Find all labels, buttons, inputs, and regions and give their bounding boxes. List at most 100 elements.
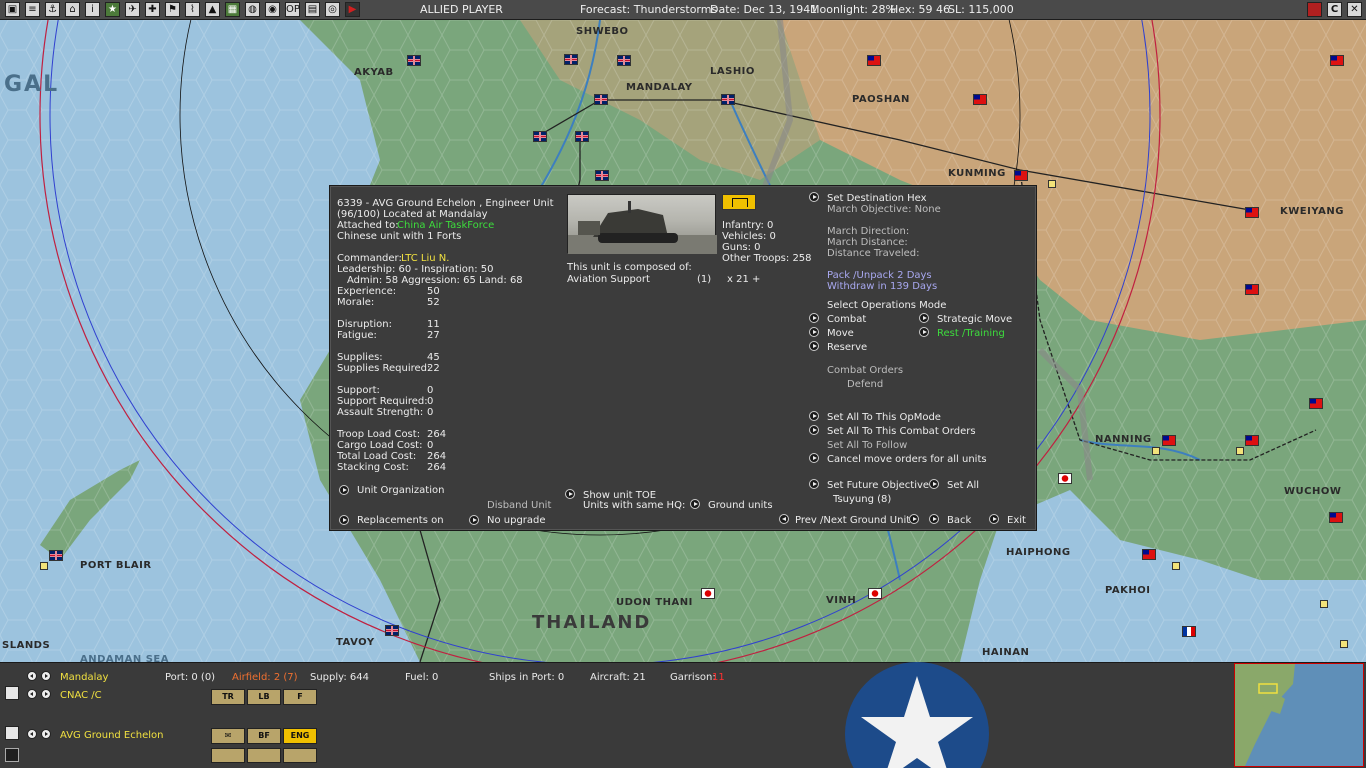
mini-map[interactable] xyxy=(1234,663,1364,767)
ground-units-arrow-icon[interactable] xyxy=(690,499,700,509)
city-label[interactable]: AKYAB xyxy=(354,67,394,78)
uk-flag-icon[interactable] xyxy=(533,131,547,142)
set-destination-button[interactable]: Set Destination Hex xyxy=(827,193,927,204)
upgrade-arrow-icon[interactable] xyxy=(469,515,479,525)
future-objective-arrow-icon[interactable] xyxy=(809,479,819,489)
china-flag-icon[interactable] xyxy=(1162,435,1176,446)
mode-combat-button[interactable]: Combat xyxy=(827,314,866,325)
chart-icon[interactable]: ⌇ xyxy=(185,2,200,17)
city-label[interactable]: UDON THANI xyxy=(616,597,693,608)
globe-icon[interactable]: ◍ xyxy=(245,2,260,17)
exit-button[interactable]: Exit xyxy=(1007,515,1026,526)
fighter-air-button[interactable]: F xyxy=(283,689,317,705)
china-flag-icon[interactable] xyxy=(1329,512,1343,523)
set-all-follow-button[interactable]: Set All To Follow xyxy=(827,440,907,451)
next-base-icon[interactable] xyxy=(41,671,51,681)
china-flag-icon[interactable] xyxy=(1245,435,1259,446)
map-icon[interactable]: ▣ xyxy=(5,2,20,17)
china-flag-icon[interactable] xyxy=(1245,207,1259,218)
unit-org-arrow-icon[interactable] xyxy=(339,485,349,495)
unit-organization-button[interactable]: Unit Organization xyxy=(357,485,444,496)
city-label[interactable]: SLANDS xyxy=(2,640,50,651)
destination-arrow-icon[interactable] xyxy=(809,192,819,202)
base-marker[interactable] xyxy=(1320,600,1328,608)
strategic-arrow-icon[interactable] xyxy=(919,313,929,323)
china-flag-icon[interactable] xyxy=(1330,55,1344,66)
ground-flag-icon[interactable] xyxy=(5,726,19,740)
china-flag-icon[interactable] xyxy=(973,94,987,105)
base-marker[interactable] xyxy=(1340,640,1348,648)
city-label[interactable]: LASHIO xyxy=(710,66,755,77)
city-label[interactable]: NANNING xyxy=(1095,434,1152,445)
china-flag-icon[interactable] xyxy=(1014,170,1028,181)
close-icon[interactable]: ✕ xyxy=(1347,2,1362,17)
globe2-icon[interactable]: ◉ xyxy=(265,2,280,17)
disc-icon[interactable]: ◎ xyxy=(325,2,340,17)
replacements-arrow-icon[interactable] xyxy=(339,515,349,525)
uk-flag-icon[interactable] xyxy=(564,54,578,65)
uk-flag-icon[interactable] xyxy=(385,625,399,636)
component-name[interactable]: Aviation Support xyxy=(567,274,650,285)
uk-flag-icon[interactable] xyxy=(721,94,735,105)
transport-air-button[interactable]: TR xyxy=(211,689,245,705)
factory-icon[interactable] xyxy=(5,748,19,762)
op-icon[interactable]: OP xyxy=(285,2,300,17)
city-label[interactable]: PORT BLAIR xyxy=(80,560,152,571)
reserve-arrow-icon[interactable] xyxy=(809,341,819,351)
disband-unit-button[interactable]: Disband Unit xyxy=(487,500,551,511)
base-force-button[interactable]: BF xyxy=(247,728,281,744)
prev-unit-arrow-icon[interactable] xyxy=(779,514,789,524)
china-flag-icon[interactable] xyxy=(867,55,881,66)
attached-hq-link[interactable]: China Air TaskForce xyxy=(397,220,494,231)
japan-flag-icon[interactable] xyxy=(868,588,882,599)
c-icon[interactable]: C xyxy=(1327,2,1342,17)
mode-rest-button[interactable]: Rest /Training xyxy=(937,328,1005,339)
japan-flag-icon[interactable] xyxy=(701,588,715,599)
engineer-button[interactable]: ENG xyxy=(283,728,317,744)
uk-flag-icon[interactable] xyxy=(49,550,63,561)
prev-air-icon[interactable] xyxy=(27,689,37,699)
set-all-opmode-button[interactable]: Set All To This OpMode xyxy=(827,412,941,423)
ground-units-button[interactable]: Ground units xyxy=(708,500,773,511)
china-flag-icon[interactable] xyxy=(1142,549,1156,560)
uk-flag-icon[interactable] xyxy=(617,55,631,66)
set-future-objective-button[interactable]: Set Future Objective xyxy=(827,480,929,491)
base-marker[interactable] xyxy=(1236,447,1244,455)
prev-base-icon[interactable] xyxy=(27,671,37,681)
infantry-button[interactable]: ✉ xyxy=(211,728,245,744)
bomber-air-button[interactable]: LB xyxy=(247,689,281,705)
upgrade-toggle[interactable]: No upgrade xyxy=(487,515,546,526)
cross-icon[interactable]: ✚ xyxy=(145,2,160,17)
show-toe-arrow-icon[interactable] xyxy=(565,489,575,499)
base-marker[interactable] xyxy=(1152,447,1160,455)
back-button[interactable]: Back xyxy=(947,515,971,526)
uk-flag-icon[interactable] xyxy=(575,131,589,142)
report-icon[interactable]: ▤ xyxy=(305,2,320,17)
star-icon[interactable]: ★ xyxy=(105,2,120,17)
city-label[interactable]: VINH xyxy=(826,595,856,606)
china-flag-icon[interactable] xyxy=(1245,284,1259,295)
mode-strategic-button[interactable]: Strategic Move xyxy=(937,314,1012,325)
ship-icon[interactable]: ⚓ xyxy=(45,2,60,17)
set-all-arrow-icon[interactable] xyxy=(929,479,939,489)
next-unit-arrow-icon[interactable] xyxy=(909,514,919,524)
red-flag-icon[interactable] xyxy=(1307,2,1322,17)
cancel-move-arrow-icon[interactable] xyxy=(809,453,819,463)
ground-unit-name[interactable]: AVG Ground Echelon xyxy=(60,730,163,741)
list-icon[interactable]: ≡ xyxy=(25,2,40,17)
uk-flag-icon[interactable] xyxy=(595,170,609,181)
base-marker[interactable] xyxy=(1172,562,1180,570)
city-label[interactable]: PAOSHAN xyxy=(852,94,910,105)
carrier-icon[interactable]: ⌂ xyxy=(65,2,80,17)
combat-arrow-icon[interactable] xyxy=(809,313,819,323)
artillery-button-icon[interactable] xyxy=(211,748,245,763)
factory-icon[interactable]: ▦ xyxy=(225,2,240,17)
uk-flag-icon[interactable] xyxy=(594,94,608,105)
move-arrow-icon[interactable] xyxy=(809,327,819,337)
base-marker[interactable] xyxy=(40,562,48,570)
next-ground-icon[interactable] xyxy=(41,729,51,739)
city-label[interactable]: KWEIYANG xyxy=(1280,206,1344,217)
info-icon[interactable]: i xyxy=(85,2,100,17)
flag-icon[interactable]: ⚑ xyxy=(165,2,180,17)
city-label[interactable]: HAINAN xyxy=(982,647,1029,658)
